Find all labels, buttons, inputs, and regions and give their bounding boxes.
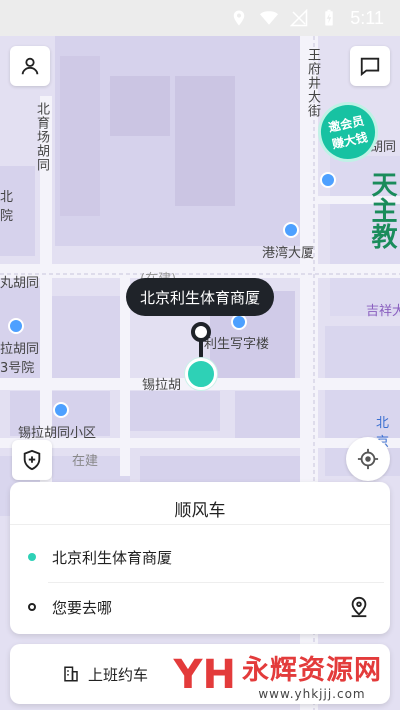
status-bar: 5:11 (0, 0, 400, 36)
card-title: 顺风车 (174, 501, 226, 521)
map-label-beiyuchang: 北育场胡同 (34, 102, 49, 172)
card-divider (10, 524, 390, 525)
map-label-hutong-left: 丸胡同 (0, 276, 40, 291)
map-label-xila: 锡拉胡 (142, 378, 182, 393)
poi-right-icon[interactable] (320, 172, 336, 188)
poi-gangwan-icon[interactable] (283, 222, 299, 238)
location-icon (234, 10, 245, 26)
map-label-zaijian: 在建 (72, 454, 99, 469)
map-label-lisheng-office: 利生写字楼 (204, 337, 270, 352)
watermark-url: www.yhkjjj.com (258, 687, 366, 701)
map-label-tianzhu: 天主教 (367, 171, 397, 249)
profile-icon (21, 57, 39, 75)
map-label-jixiang: 吉祥大 (366, 304, 400, 319)
origin-text: 北京利生体育商厦 (52, 548, 173, 567)
message-button[interactable] (350, 46, 390, 86)
current-location-dot (185, 358, 217, 390)
watermark-logo: YH (173, 651, 236, 698)
status-time: 5:11 (350, 7, 384, 28)
status-icons: 5:11 (230, 0, 384, 36)
safety-button[interactable] (12, 440, 52, 480)
no-signal-icon (290, 9, 308, 27)
map-label-gangwan: 港湾大厦 (262, 246, 315, 261)
bottom-bar: 上班约车 YH 永辉资源网 www.yhkjjj.com (10, 644, 390, 704)
location-tooltip[interactable]: 北京利生体育商厦 (126, 278, 275, 316)
profile-button[interactable] (10, 46, 50, 86)
map-label-xila-xiaoqu: 锡拉胡同小区 (18, 426, 97, 441)
locate-icon (357, 448, 379, 470)
watermark-main: 永辉资源网 (242, 655, 382, 686)
message-icon (360, 57, 380, 77)
wifi-icon (260, 11, 279, 25)
destination-pin-icon[interactable] (348, 596, 370, 618)
commute-booking-label: 上班约车 (88, 665, 149, 684)
poi-hutong-icon[interactable] (8, 318, 24, 334)
origin-row[interactable]: 北京利生体育商厦 (10, 534, 390, 580)
shield-icon (23, 449, 41, 471)
map-label-beiyuan: 北 院 (0, 190, 14, 224)
poi-lisheng-office-icon[interactable] (231, 314, 247, 330)
ride-card: 顺风车 北京利生体育商厦 您要去哪 (10, 482, 390, 634)
watermark-text: 永辉资源网 www.yhkjjj.com (242, 648, 382, 701)
destination-dot-icon (28, 603, 36, 611)
locate-button[interactable] (346, 437, 390, 481)
map-pin-head (191, 322, 211, 342)
map-label-wangfujing: 王府井大街 (305, 48, 320, 118)
map-label-hutong-left2: 拉胡同 3号院 (0, 342, 40, 376)
office-icon (64, 666, 78, 682)
watermark: YH 永辉资源网 www.yhkjjj.com (173, 648, 382, 702)
origin-dot-icon (28, 553, 36, 561)
poi-xila-xiaoqu-icon[interactable] (53, 402, 69, 418)
destination-row[interactable]: 您要去哪 (10, 584, 390, 630)
row-separator (48, 582, 384, 583)
destination-input[interactable]: 您要去哪 (52, 597, 112, 618)
battery-charging-icon (325, 9, 334, 26)
commute-booking-button[interactable]: 上班约车 (62, 664, 148, 685)
